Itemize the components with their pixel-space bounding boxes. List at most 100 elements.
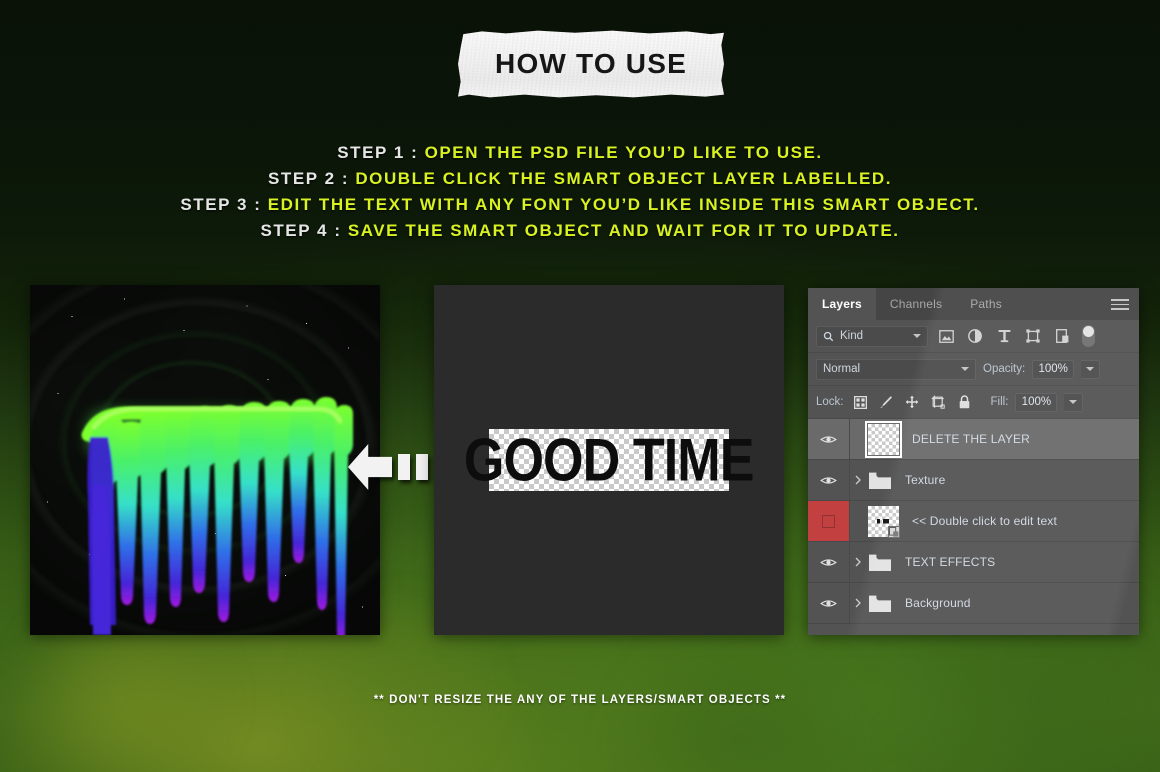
table-row[interactable]: Texture	[808, 460, 1139, 501]
type-icon	[998, 330, 1010, 343]
chevron-down-icon	[913, 334, 921, 338]
steps-list: STEP 1 : OPEN THE PSD FILE YOU’D LIKE TO…	[0, 140, 1160, 244]
table-row[interactable]: << Double click to edit text	[808, 501, 1139, 542]
eye-hidden-icon	[822, 514, 835, 528]
step-line-2: STEP 2 : DOUBLE CLICK THE SMART OBJECT L…	[0, 166, 1160, 192]
step-line-1: STEP 1 : OPEN THE PSD FILE YOU’D LIKE TO…	[0, 140, 1160, 166]
chevron-down-icon	[1069, 400, 1078, 404]
layer-thumbnail[interactable]	[868, 505, 900, 538]
fill-input[interactable]: 100%	[1015, 392, 1058, 412]
lock-image-pixels-button[interactable]	[877, 393, 896, 412]
fill-label: Fill:	[990, 396, 1009, 408]
opacity-label: Opacity:	[983, 363, 1026, 375]
opacity-dropdown-button[interactable]	[1081, 359, 1101, 379]
chevron-down-icon	[1086, 367, 1095, 371]
arrow-head-icon	[348, 444, 392, 490]
filter-type-layers-button[interactable]	[993, 326, 1015, 346]
chevron-right-icon	[855, 598, 861, 608]
table-row[interactable]: TEXT EFFECTS	[808, 542, 1139, 583]
layer-name: TEXT EFFECTS	[905, 555, 996, 569]
chevron-right-icon	[855, 475, 861, 485]
step-label-4: STEP 4 :	[260, 221, 348, 240]
photoshop-layers-panel: Layers Channels Paths Kind Normal Opacit…	[808, 288, 1139, 635]
move-icon	[905, 395, 919, 409]
eye-icon	[820, 558, 837, 566]
shape-icon	[1026, 329, 1040, 343]
step-line-3: STEP 3 : EDIT THE TEXT WITH ANY FONT YOU…	[0, 192, 1160, 218]
lock-position-button[interactable]	[903, 393, 922, 412]
tab-layers-label: Layers	[822, 297, 862, 311]
layer-visibility-toggle[interactable]	[808, 460, 850, 500]
image-icon	[938, 329, 954, 343]
blend-mode-dropdown[interactable]: Normal	[816, 358, 976, 380]
step-line-4: STEP 4 : SAVE THE SMART OBJECT AND WAIT …	[0, 218, 1160, 244]
brush-icon	[880, 396, 892, 408]
lock-artboard-nesting-button[interactable]	[929, 393, 948, 412]
lock-all-button[interactable]	[955, 393, 974, 412]
group-expand-arrow[interactable]	[850, 475, 866, 485]
smart-object-icon	[1055, 329, 1068, 343]
footer-warning-note: ** DON'T RESIZE THE ANY OF THE LAYERS/SM…	[373, 694, 787, 706]
tab-paths[interactable]: Paths	[956, 288, 1016, 320]
lock-transparent-pixels-button[interactable]	[851, 393, 870, 412]
editable-text[interactable]: GOOD TIME	[464, 427, 755, 493]
layer-visibility-toggle[interactable]	[808, 583, 850, 623]
artboard-icon	[931, 395, 945, 409]
filter-kind-label: Kind	[840, 330, 864, 342]
eye-icon	[820, 435, 837, 443]
tab-channels-label: Channels	[889, 297, 943, 311]
step-label-1: STEP 1 :	[337, 143, 425, 162]
filter-pixel-layers-button[interactable]	[935, 326, 957, 346]
table-row[interactable]: DELETE THE LAYER	[808, 419, 1139, 460]
panel-tab-bar: Layers Channels Paths	[808, 288, 1139, 320]
step-text-2: DOUBLE CLICK THE SMART OBJECT LAYER LABE…	[355, 169, 892, 188]
search-icon	[823, 331, 834, 341]
step-label-3: STEP 3 :	[180, 195, 268, 214]
preview-result-image	[30, 285, 380, 635]
lock-row: Lock: Fill: 100%	[808, 386, 1139, 419]
filter-adjustment-layers-button[interactable]	[964, 326, 986, 346]
layer-visibility-toggle[interactable]	[808, 419, 850, 459]
adjustment-icon	[968, 329, 982, 343]
smart-object-badge	[888, 525, 900, 538]
step-label-2: STEP 2 :	[268, 169, 356, 188]
eye-icon	[820, 476, 837, 484]
step-text-4: SAVE THE SMART OBJECT AND WAIT FOR IT TO…	[347, 221, 900, 240]
group-expand-arrow[interactable]	[850, 598, 866, 608]
folder-icon	[868, 471, 892, 490]
layer-visibility-toggle[interactable]	[808, 501, 850, 541]
lock-label: Lock:	[816, 396, 844, 408]
table-row[interactable]: Background	[808, 583, 1139, 624]
blend-mode-value: Normal	[823, 363, 861, 375]
fill-dropdown-button[interactable]	[1064, 392, 1084, 412]
page-title: HOW TO USE	[495, 48, 687, 79]
eye-icon	[820, 599, 837, 607]
opacity-input[interactable]: 100%	[1032, 359, 1075, 379]
neon-drip-text-artwork	[81, 397, 353, 635]
arrow-dash-2	[416, 454, 428, 480]
step-text-1: OPEN THE PSD FILE YOU’D LIKE TO USE.	[424, 143, 823, 162]
layer-visibility-toggle[interactable]	[808, 542, 850, 582]
tab-channels[interactable]: Channels	[876, 288, 956, 320]
layer-name: Texture	[905, 473, 946, 487]
padlock-icon	[959, 395, 969, 409]
tab-layers[interactable]: Layers	[808, 288, 876, 320]
layer-name: << Double click to edit text	[912, 514, 1057, 528]
filter-shape-layers-button[interactable]	[1022, 326, 1044, 346]
filter-kind-dropdown[interactable]: Kind	[816, 325, 928, 347]
title-banner: HOW TO USE	[458, 30, 724, 98]
chevron-right-icon	[855, 557, 861, 567]
transparency-checkerboard	[868, 423, 899, 455]
layer-name: DELETE THE LAYER	[912, 432, 1030, 446]
layer-thumbnail[interactable]	[865, 420, 902, 458]
layer-filter-row: Kind	[808, 320, 1139, 353]
blend-mode-row: Normal Opacity: 100%	[808, 353, 1139, 386]
folder-icon	[868, 594, 892, 613]
filter-enable-toggle[interactable]	[1082, 325, 1095, 347]
chevron-down-icon	[961, 367, 969, 371]
tab-paths-label: Paths	[970, 297, 1002, 311]
hamburger-icon[interactable]	[1111, 299, 1129, 310]
group-expand-arrow[interactable]	[850, 557, 866, 567]
smart-object-text-block: GOOD TIME	[464, 427, 755, 492]
filter-smart-objects-button[interactable]	[1051, 326, 1073, 346]
